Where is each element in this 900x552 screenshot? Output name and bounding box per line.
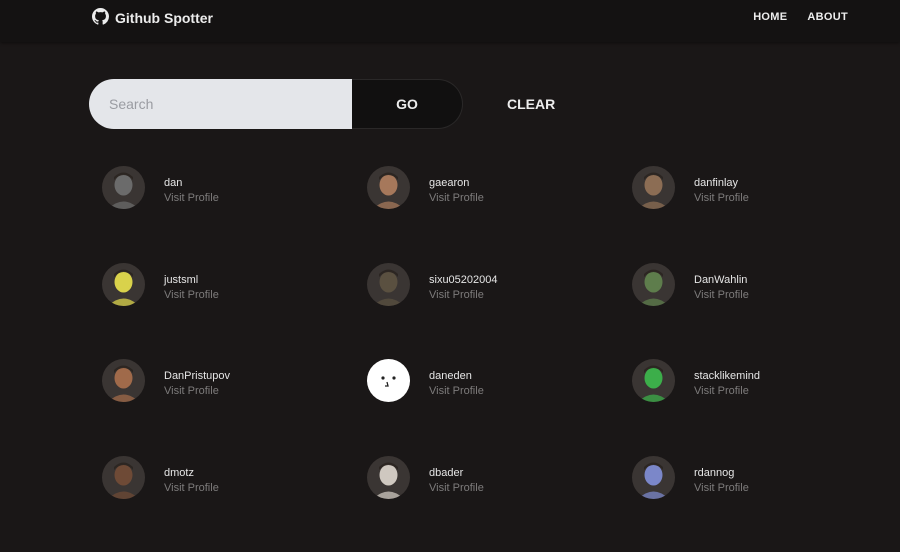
username-label[interactable]: gaearon: [429, 176, 484, 191]
user-avatar[interactable]: [367, 456, 410, 499]
username-label[interactable]: stacklikemind: [694, 369, 760, 384]
nav-about-link[interactable]: ABOUT: [807, 11, 848, 23]
user-card[interactable]: stacklikemindVisit Profile: [632, 359, 862, 456]
nav-links: HOME ABOUT: [753, 11, 848, 23]
user-info: danfinlayVisit Profile: [694, 166, 749, 206]
user-info: stacklikemindVisit Profile: [694, 359, 760, 399]
user-info: DanPristupovVisit Profile: [164, 359, 230, 399]
visit-profile-link[interactable]: Visit Profile: [694, 384, 760, 399]
username-label[interactable]: dbader: [429, 466, 484, 481]
username-label[interactable]: DanWahlin: [694, 273, 749, 288]
user-avatar[interactable]: [367, 263, 410, 306]
visit-profile-link[interactable]: Visit Profile: [429, 191, 484, 206]
visit-profile-link[interactable]: Visit Profile: [164, 288, 219, 303]
brand-title: Github Spotter: [115, 10, 213, 26]
visit-profile-link[interactable]: Visit Profile: [694, 191, 749, 206]
user-info: dmotzVisit Profile: [164, 456, 219, 496]
nav-home-link[interactable]: HOME: [753, 11, 787, 23]
visit-profile-link[interactable]: Visit Profile: [429, 481, 484, 496]
visit-profile-link[interactable]: Visit Profile: [429, 384, 484, 399]
user-card[interactable]: gaearonVisit Profile: [367, 166, 632, 263]
user-avatar[interactable]: [632, 263, 675, 306]
user-info: DanWahlinVisit Profile: [694, 263, 749, 303]
visit-profile-link[interactable]: Visit Profile: [164, 384, 230, 399]
user-info: justsmlVisit Profile: [164, 263, 219, 303]
search-input[interactable]: [89, 79, 352, 129]
user-avatar[interactable]: [632, 456, 675, 499]
user-info: rdannogVisit Profile: [694, 456, 749, 496]
user-avatar[interactable]: [102, 166, 145, 209]
user-info: dbaderVisit Profile: [429, 456, 484, 496]
visit-profile-link[interactable]: Visit Profile: [164, 481, 219, 496]
user-card[interactable]: dbaderVisit Profile: [367, 456, 632, 552]
user-avatar[interactable]: [102, 263, 145, 306]
user-card[interactable]: danVisit Profile: [102, 166, 367, 263]
brand-link[interactable]: Github Spotter: [92, 9, 213, 27]
user-card[interactable]: danedenVisit Profile: [367, 359, 632, 456]
user-info: sixu05202004Visit Profile: [429, 263, 498, 303]
user-avatar[interactable]: [102, 456, 145, 499]
visit-profile-link[interactable]: Visit Profile: [429, 288, 498, 303]
username-label[interactable]: dmotz: [164, 466, 219, 481]
username-label[interactable]: sixu05202004: [429, 273, 498, 288]
visit-profile-link[interactable]: Visit Profile: [694, 481, 749, 496]
github-icon: [92, 8, 109, 28]
user-avatar[interactable]: [102, 359, 145, 402]
user-avatar[interactable]: [367, 359, 410, 402]
user-card[interactable]: dmotzVisit Profile: [102, 456, 367, 552]
username-label[interactable]: dan: [164, 176, 219, 191]
username-label[interactable]: daneden: [429, 369, 484, 384]
user-info: danedenVisit Profile: [429, 359, 484, 399]
go-button[interactable]: GO: [352, 79, 463, 129]
user-card[interactable]: danfinlayVisit Profile: [632, 166, 862, 263]
user-avatar[interactable]: [367, 166, 410, 209]
user-avatar[interactable]: [632, 166, 675, 209]
user-card[interactable]: rdannogVisit Profile: [632, 456, 862, 552]
user-card[interactable]: DanWahlinVisit Profile: [632, 263, 862, 360]
user-card[interactable]: sixu05202004Visit Profile: [367, 263, 632, 360]
username-label[interactable]: DanPristupov: [164, 369, 230, 384]
user-grid: danVisit ProfilegaearonVisit Profiledanf…: [102, 166, 862, 552]
navbar: Github Spotter HOME ABOUT: [0, 0, 900, 42]
user-avatar[interactable]: [632, 359, 675, 402]
visit-profile-link[interactable]: Visit Profile: [694, 288, 749, 303]
visit-profile-link[interactable]: Visit Profile: [164, 191, 219, 206]
username-label[interactable]: rdannog: [694, 466, 749, 481]
search-bar: GO CLEAR: [89, 79, 555, 129]
user-info: gaearonVisit Profile: [429, 166, 484, 206]
clear-button[interactable]: CLEAR: [507, 96, 555, 112]
user-card[interactable]: justsmlVisit Profile: [102, 263, 367, 360]
user-card[interactable]: DanPristupovVisit Profile: [102, 359, 367, 456]
user-info: danVisit Profile: [164, 166, 219, 206]
username-label[interactable]: justsml: [164, 273, 219, 288]
username-label[interactable]: danfinlay: [694, 176, 749, 191]
